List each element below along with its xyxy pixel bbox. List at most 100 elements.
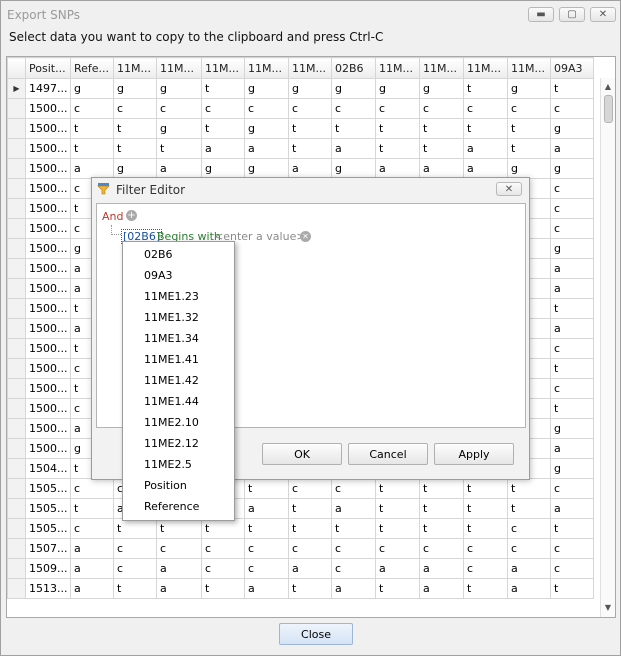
table-row[interactable]: ▶ 1497... g g g t g g g g g t g t: [7, 78, 594, 99]
grid-cell[interactable]: t: [201, 518, 245, 539]
grid-cell[interactable]: t: [550, 298, 594, 319]
grid-cell[interactable]: t: [375, 578, 420, 599]
field-option[interactable]: 11ME1.41: [144, 353, 199, 366]
grid-cell[interactable]: a: [156, 158, 202, 179]
grid-cell[interactable]: c: [550, 538, 594, 559]
maximize-button[interactable]: ▢: [559, 7, 585, 22]
grid-cell[interactable]: 1500...: [25, 98, 71, 119]
grid-cell[interactable]: t: [463, 498, 508, 519]
column-header[interactable]: 11M...: [201, 57, 245, 79]
field-option[interactable]: Reference: [144, 500, 199, 513]
grid-cell[interactable]: a: [331, 138, 376, 159]
grid-cell[interactable]: 1500...: [25, 438, 71, 459]
table-row[interactable]: 1500...cccccccccccc: [7, 98, 594, 119]
grid-cell[interactable]: t: [244, 478, 289, 499]
grid-cell[interactable]: t: [550, 398, 594, 419]
grid-cell[interactable]: a: [550, 318, 594, 339]
column-header[interactable]: 11M...: [244, 57, 289, 79]
table-row[interactable]: 1500... t t g t g t t t t t t g: [7, 118, 594, 139]
column-header[interactable]: 11M...: [507, 57, 551, 79]
grid-cell[interactable]: a: [70, 538, 114, 559]
field-option[interactable]: 11ME2.10: [144, 416, 199, 429]
grid-cell[interactable]: 1500...: [25, 338, 71, 359]
grid-cell[interactable]: a: [419, 558, 464, 579]
grid-cell[interactable]: c: [331, 98, 376, 119]
add-condition-icon[interactable]: +: [126, 210, 137, 221]
grid-cell[interactable]: t: [419, 478, 464, 499]
grid-cell[interactable]: c: [463, 558, 508, 579]
grid-cell[interactable]: g: [507, 158, 551, 179]
grid-cell[interactable]: g: [331, 158, 376, 179]
filter-editor-close-button[interactable]: ✕: [496, 182, 522, 196]
grid-cell[interactable]: t: [156, 518, 202, 539]
table-row[interactable]: 1500... t t t a a t a t t a t a: [7, 138, 594, 159]
row-indicator[interactable]: [7, 458, 26, 479]
field-option[interactable]: Position: [144, 479, 187, 492]
grid-cell[interactable]: a: [375, 558, 420, 579]
grid-cell[interactable]: t: [463, 478, 508, 499]
grid-cell[interactable]: a: [375, 158, 420, 179]
grid-cell[interactable]: g: [201, 158, 245, 179]
grid-cell[interactable]: 1500...: [25, 218, 71, 239]
row-indicator[interactable]: [7, 558, 26, 579]
grid-cell[interactable]: c: [70, 478, 114, 499]
grid-cell[interactable]: t: [156, 138, 202, 159]
grid-cell[interactable]: g: [550, 118, 594, 139]
grid-cell[interactable]: 1500...: [25, 298, 71, 319]
row-indicator[interactable]: [7, 98, 26, 119]
grid-cell[interactable]: 1500...: [25, 138, 71, 159]
grid-cell[interactable]: g: [550, 158, 594, 179]
grid-cell[interactable]: g: [375, 78, 420, 99]
row-indicator[interactable]: [7, 278, 26, 299]
field-option[interactable]: 09A3: [144, 269, 173, 282]
row-indicator[interactable]: [7, 438, 26, 459]
grid-cell[interactable]: c: [463, 538, 508, 559]
grid-cell[interactable]: a: [507, 578, 551, 599]
column-header[interactable]: 11M...: [463, 57, 508, 79]
grid-cell[interactable]: c: [463, 98, 508, 119]
grid-cell[interactable]: c: [288, 478, 332, 499]
table-row[interactable]: 1509... a c a c c a c a a c a c: [7, 558, 594, 579]
row-indicator[interactable]: [7, 518, 26, 539]
grid-cell[interactable]: g: [507, 78, 551, 99]
grid-cell[interactable]: c: [201, 538, 245, 559]
grid-cell[interactable]: g: [244, 158, 289, 179]
grid-cell[interactable]: g: [244, 118, 289, 139]
grid-cell[interactable]: 1509...: [25, 558, 71, 579]
field-option[interactable]: 11ME1.32: [144, 311, 199, 324]
grid-cell[interactable]: t: [419, 138, 464, 159]
grid-cell[interactable]: 1505...: [25, 518, 71, 539]
column-header[interactable]: Refe...: [70, 57, 114, 79]
grid-cell[interactable]: a: [288, 158, 332, 179]
grid-cell[interactable]: t: [463, 118, 508, 139]
group-operator[interactable]: And: [102, 210, 123, 223]
grid-cell[interactable]: 1500...: [25, 418, 71, 439]
row-indicator[interactable]: [7, 378, 26, 399]
row-indicator-icon[interactable]: ▶: [7, 78, 26, 99]
grid-cell[interactable]: t: [507, 118, 551, 139]
grid-cell[interactable]: 1500...: [25, 278, 71, 299]
grid-cell[interactable]: t: [113, 518, 157, 539]
grid-cell[interactable]: t: [331, 118, 376, 139]
grid-cell[interactable]: t: [201, 578, 245, 599]
grid-cell[interactable]: t: [113, 138, 157, 159]
row-indicator[interactable]: [7, 218, 26, 239]
table-row[interactable]: 1505...cccttccttttc: [7, 478, 594, 499]
grid-cell[interactable]: c: [201, 98, 245, 119]
grid-cell[interactable]: t: [70, 118, 114, 139]
grid-cell[interactable]: a: [331, 578, 376, 599]
table-row[interactable]: 1513... a t a t a t a t a t a t: [7, 578, 594, 599]
grid-cell[interactable]: t: [550, 358, 594, 379]
grid-cell[interactable]: g: [70, 78, 114, 99]
grid-cell[interactable]: t: [419, 518, 464, 539]
grid-cell[interactable]: t: [70, 138, 114, 159]
grid-cell[interactable]: 1500...: [25, 358, 71, 379]
grid-cell[interactable]: c: [507, 98, 551, 119]
grid-cell[interactable]: 1500...: [25, 258, 71, 279]
apply-button[interactable]: Apply: [434, 443, 514, 465]
grid-cell[interactable]: 1500...: [25, 238, 71, 259]
scroll-thumb[interactable]: [604, 95, 613, 123]
field-option[interactable]: 02B6: [144, 248, 173, 261]
row-indicator[interactable]: [7, 338, 26, 359]
scroll-down-icon[interactable]: ▼: [601, 602, 615, 614]
